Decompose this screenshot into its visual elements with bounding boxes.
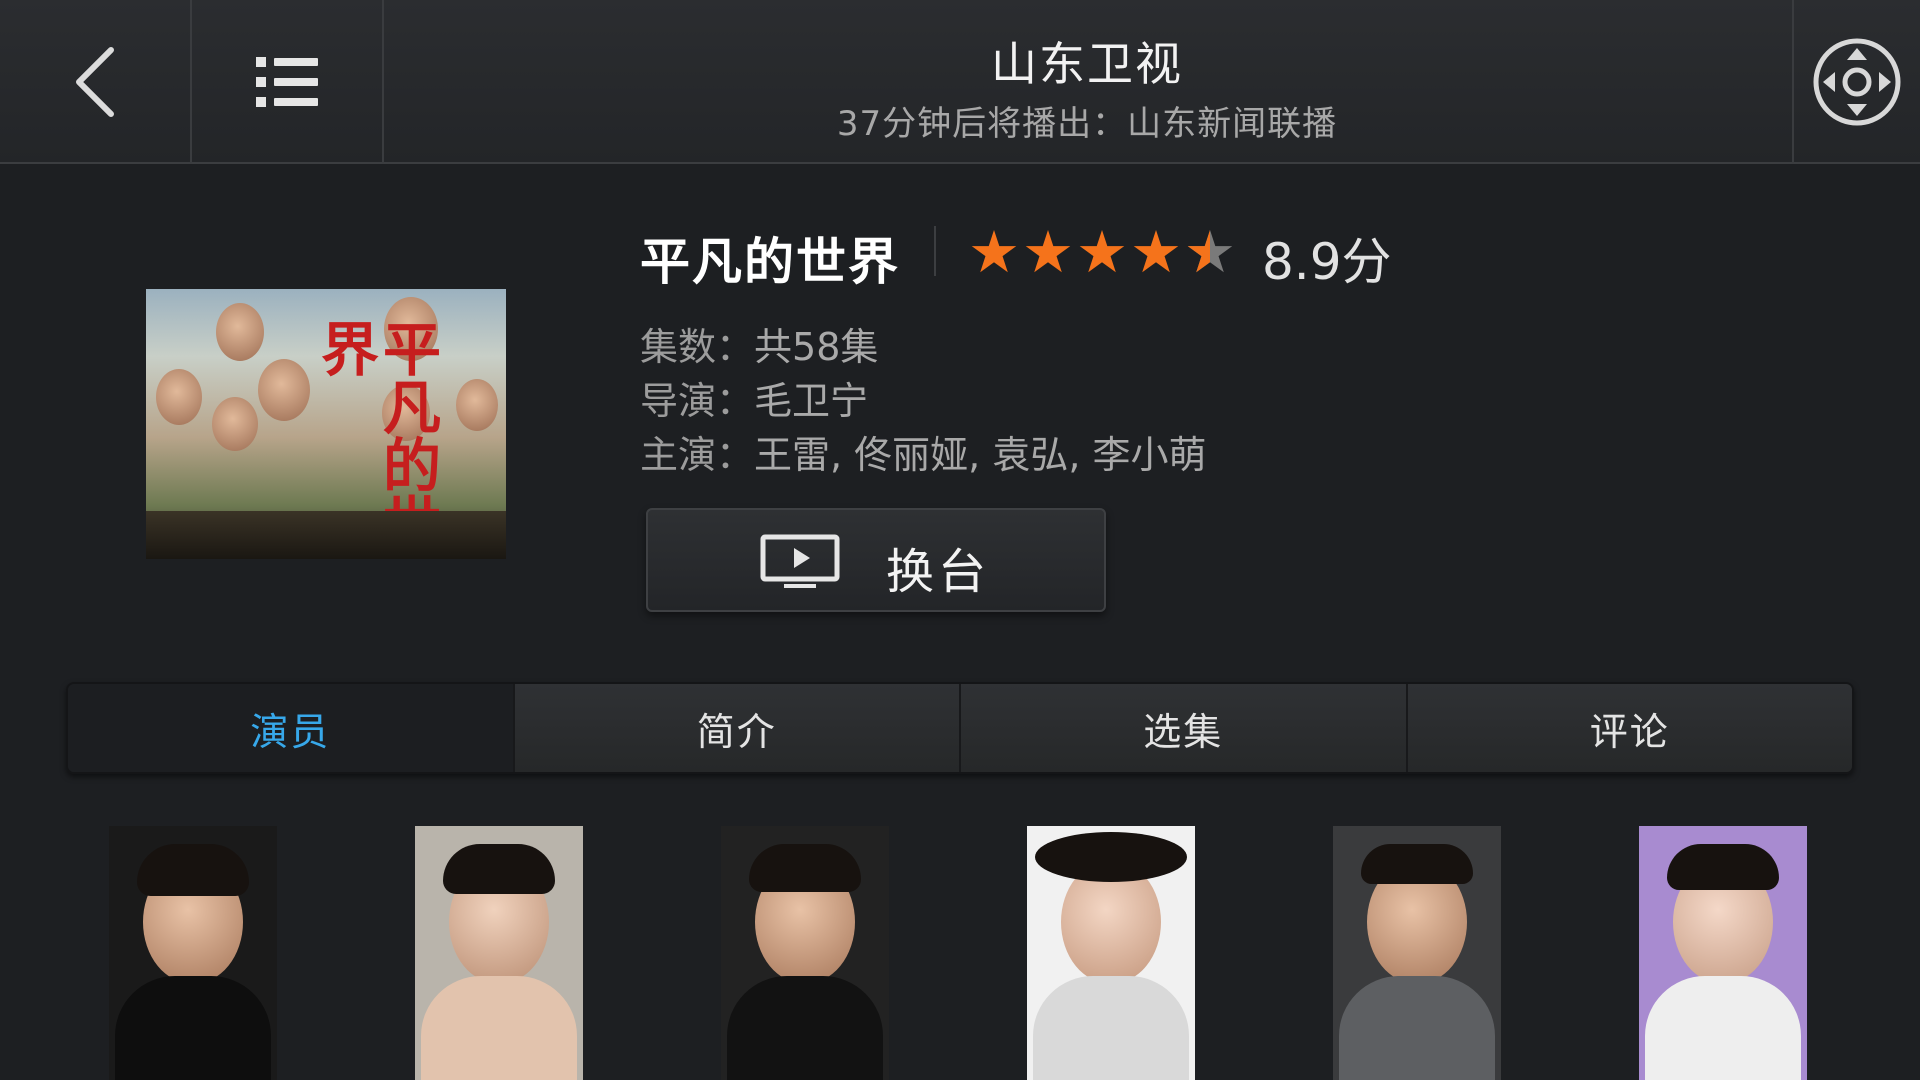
actor-photo[interactable]	[109, 826, 277, 1080]
star-icon: ★	[968, 218, 1020, 286]
episodes-label: 集数：	[640, 325, 755, 369]
cast-label: 主演：	[640, 433, 755, 477]
menu-button[interactable]	[192, 0, 384, 164]
remote-dpad-icon	[1813, 38, 1901, 126]
director-info: 导演：毛卫宁	[640, 370, 868, 425]
star-icon: ★	[1130, 218, 1182, 286]
show-poster: 平凡的世界	[146, 289, 506, 559]
actor-photo[interactable]	[721, 826, 889, 1080]
tv-play-icon	[760, 534, 840, 588]
title-divider	[934, 226, 936, 276]
actor-photo[interactable]	[1639, 826, 1807, 1080]
cast-info: 主演：王雷, 佟丽娅, 袁弘, 李小萌	[640, 424, 1207, 479]
remote-control-button[interactable]	[1792, 0, 1920, 164]
star-icon: ★	[1022, 218, 1074, 286]
next-program-text: 37分钟后将播出：山东新闻联播	[836, 104, 1338, 144]
switch-channel-label: 换台	[886, 544, 991, 600]
chevron-left-icon	[76, 47, 114, 117]
channel-title: 山东卫视	[991, 37, 1183, 91]
rating-score: 8.9分	[1262, 233, 1392, 291]
director-value: 毛卫宁	[754, 379, 869, 423]
show-title: 平凡的世界	[640, 233, 900, 291]
cast-value: 王雷, 佟丽娅, 袁弘, 李小萌	[754, 433, 1207, 477]
actor-photo[interactable]	[415, 826, 583, 1080]
actor-photo[interactable]	[1027, 826, 1195, 1080]
switch-channel-button[interactable]: 换台	[646, 508, 1106, 612]
back-button[interactable]	[0, 0, 192, 164]
detail-tabs: 演员 简介 选集 评论	[66, 682, 1854, 774]
header-title-area: 山东卫视 37分钟后将播出：山东新闻联播	[384, 0, 1790, 164]
list-icon	[256, 57, 318, 107]
rating-stars: ★ ★ ★ ★ ★	[968, 222, 1236, 282]
top-bar: 山东卫视 37分钟后将播出：山东新闻联播	[0, 0, 1920, 164]
episodes-info: 集数：共58集	[640, 316, 878, 371]
tab-synopsis[interactable]: 简介	[514, 684, 961, 772]
episodes-value: 共58集	[754, 325, 879, 369]
tab-episodes[interactable]: 选集	[961, 684, 1408, 772]
director-label: 导演：	[640, 379, 755, 423]
star-icon: ★	[1076, 218, 1128, 286]
tab-actors[interactable]: 演员	[68, 684, 515, 772]
tab-comments[interactable]: 评论	[1407, 684, 1852, 772]
half-star-icon: ★	[1184, 222, 1236, 282]
actor-photo[interactable]	[1333, 826, 1501, 1080]
